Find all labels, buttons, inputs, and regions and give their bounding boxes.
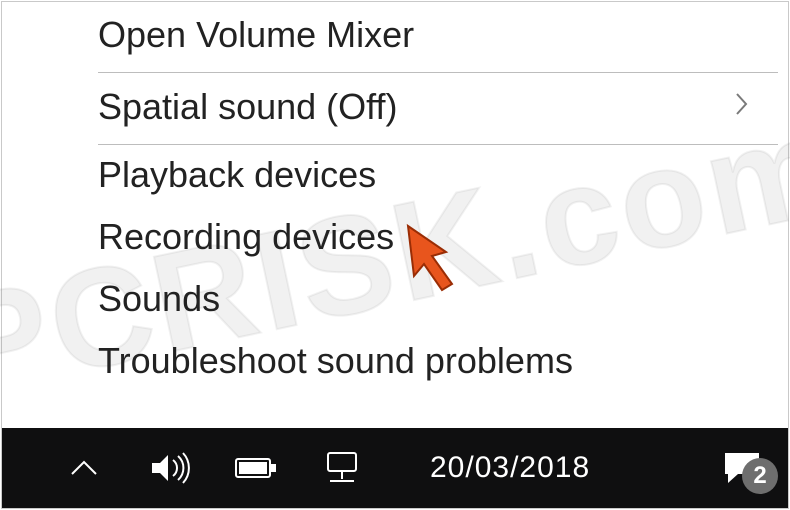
show-hidden-icons-icon[interactable] (62, 446, 106, 490)
volume-context-menu: Open Volume Mixer Spatial sound (Off) Pl… (28, 0, 788, 428)
menu-item-playback-devices[interactable]: Playback devices (28, 144, 788, 206)
taskbar-date[interactable]: 20/03/2018 (430, 451, 590, 485)
taskbar: 20/03/2018 2 (2, 428, 788, 508)
menu-item-open-volume-mixer[interactable]: Open Volume Mixer (28, 0, 788, 70)
volume-icon[interactable] (148, 446, 192, 490)
menu-item-label: Spatial sound (Off) (98, 86, 734, 128)
screenshot-stage: PCRISK.com Open Volume Mixer Spatial sou… (0, 0, 790, 510)
notification-badge: 2 (742, 458, 778, 494)
menu-item-label: Troubleshoot sound problems (98, 340, 758, 382)
menu-item-label: Recording devices (98, 216, 758, 258)
menu-item-label: Playback devices (98, 154, 758, 196)
chevron-right-icon (734, 91, 750, 124)
battery-icon[interactable] (234, 446, 278, 490)
menu-item-spatial-sound[interactable]: Spatial sound (Off) (28, 72, 788, 142)
menu-item-label: Open Volume Mixer (98, 14, 758, 56)
menu-item-label: Sounds (98, 278, 758, 320)
menu-item-troubleshoot-sound[interactable]: Troubleshoot sound problems (28, 330, 788, 392)
network-icon[interactable] (320, 446, 364, 490)
menu-item-recording-devices[interactable]: Recording devices (28, 206, 788, 268)
menu-item-sounds[interactable]: Sounds (28, 268, 788, 330)
action-center-icon[interactable]: 2 (720, 446, 764, 490)
